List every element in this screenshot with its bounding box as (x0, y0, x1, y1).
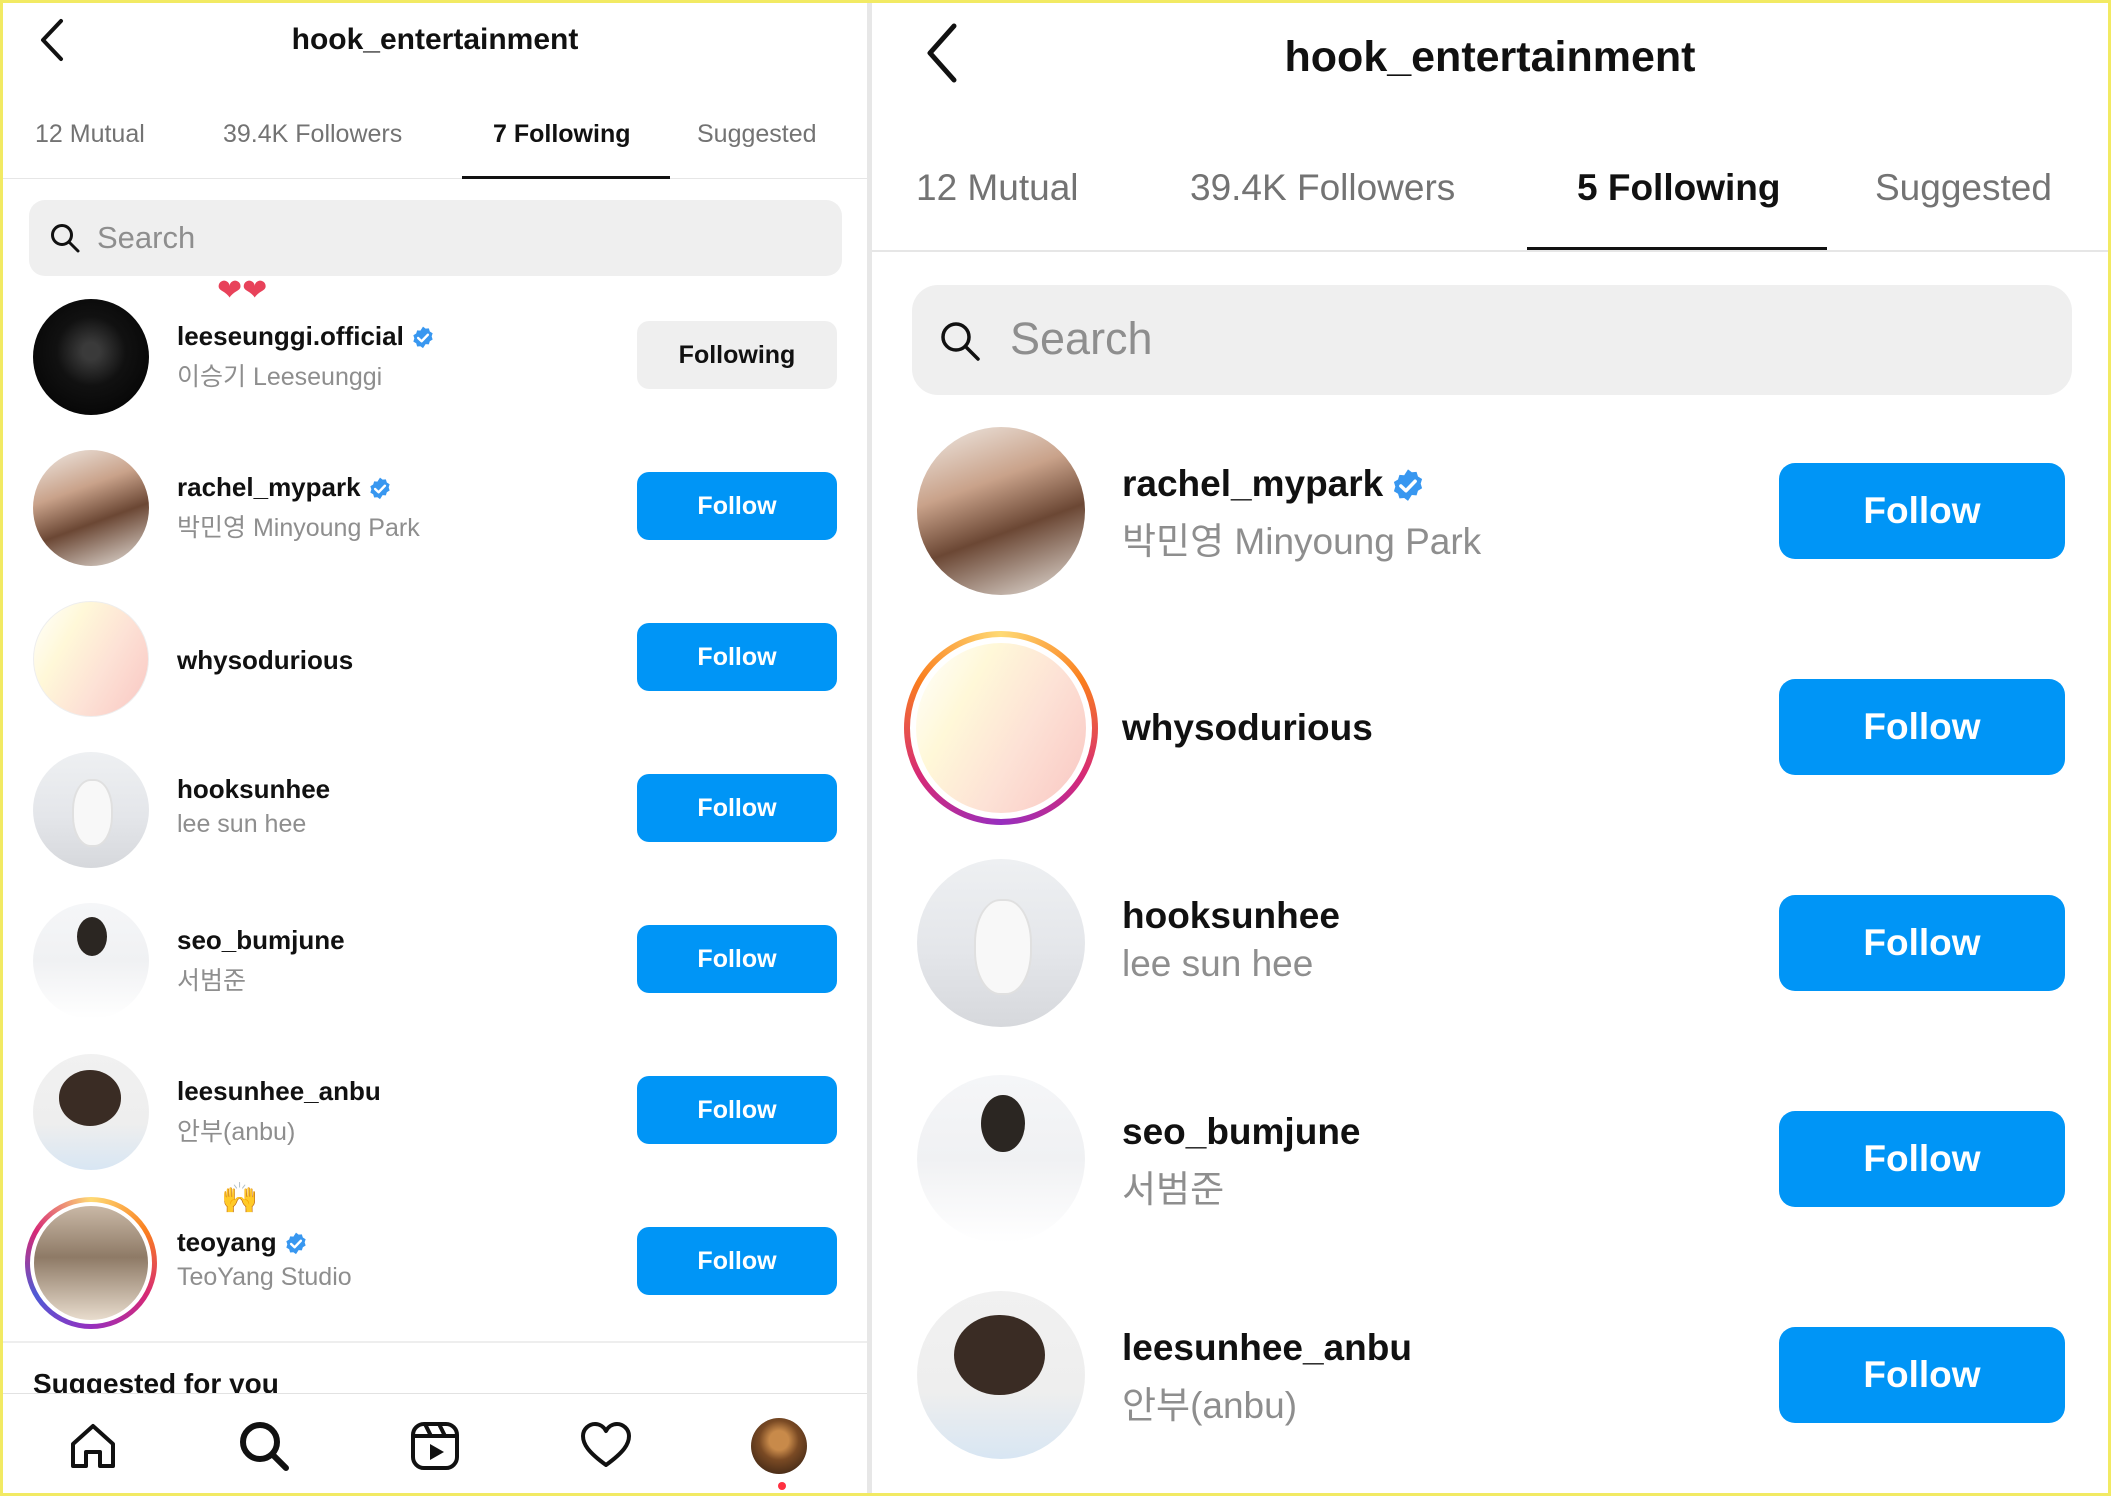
right-screenshot: hook_entertainment 12 Mutual 39.4K Follo… (872, 3, 2108, 1493)
section-divider (3, 1341, 867, 1343)
list-item[interactable]: seo_bumjune 서범준 Follow (3, 885, 867, 1035)
avatar[interactable] (917, 427, 1085, 595)
list-item[interactable]: hooksunhee lee sun hee Follow (3, 734, 867, 884)
search-icon[interactable] (236, 1418, 292, 1474)
full-name: 박민영 Minyoung Park (1122, 521, 1482, 562)
avatar[interactable] (33, 299, 149, 415)
avatar[interactable] (917, 1075, 1085, 1243)
search-placeholder: Search (1010, 313, 1153, 364)
full-name: lee sun hee (177, 810, 307, 838)
tab-mutual[interactable]: 12 Mutual (916, 167, 1079, 209)
heart-icon[interactable] (578, 1418, 634, 1474)
follow-button[interactable]: Follow (1779, 679, 2065, 775)
tab-suggested[interactable]: Suggested (697, 120, 817, 149)
avatar[interactable] (33, 450, 149, 566)
profile-avatar[interactable] (751, 1418, 807, 1474)
home-icon[interactable] (65, 1418, 121, 1474)
verified-badge-icon (286, 1232, 306, 1255)
tab-following[interactable]: 5 Following (1577, 167, 1780, 209)
username[interactable]: seo_bumjune (177, 925, 345, 956)
search-icon (941, 322, 980, 361)
verified-badge-icon (369, 477, 390, 500)
search-input[interactable]: Search (912, 285, 2072, 395)
tab-suggested[interactable]: Suggested (1875, 167, 2052, 209)
username[interactable]: whysodurious (1122, 707, 1373, 749)
tab-followers[interactable]: 39.4K Followers (1190, 167, 1455, 209)
username[interactable]: hooksunhee (1122, 895, 1340, 937)
bottom-nav (3, 1393, 867, 1493)
list-item[interactable]: rachel_mypark 박민영 Minyoung Park Follow (872, 403, 2108, 619)
username[interactable]: leesunhee_anbu (1122, 1327, 1412, 1369)
list-item[interactable]: whysodurious Follow (3, 583, 867, 733)
avatar[interactable] (33, 1054, 149, 1170)
full-name: 서범준 (177, 967, 247, 995)
username[interactable]: seo_bumjune (1122, 1111, 1361, 1153)
page-title: hook_entertainment (291, 23, 579, 56)
verified-badge-icon (413, 326, 433, 349)
avatar[interactable] (917, 1291, 1085, 1459)
username[interactable]: leeseunggi.official (177, 321, 436, 352)
following-button[interactable]: Following (637, 321, 837, 389)
follow-button[interactable]: Follow (637, 623, 837, 691)
full-name: 안부(anbu) (177, 1118, 296, 1146)
username[interactable]: teoyang (177, 1227, 309, 1258)
list-item[interactable]: 🙌 teoyang TeoYang Studio Follow (3, 1182, 867, 1337)
page-title: hook_entertainment (1284, 33, 1696, 81)
username[interactable]: hooksunhee (177, 774, 330, 805)
list-item[interactable]: whysodurious Follow (872, 619, 2108, 835)
verified-badge-icon (1394, 469, 1423, 502)
list-item[interactable]: leesunhee_anbu 안부(anbu) Follow (872, 1267, 2108, 1483)
follow-button[interactable]: Follow (1779, 1111, 2065, 1207)
tab-bar: 12 Mutual 39.4K Followers 7 Following Su… (3, 108, 867, 179)
follow-button[interactable]: Follow (637, 1227, 837, 1295)
search-placeholder: Search (97, 220, 196, 255)
full-name: 서범준 (1122, 1169, 1225, 1210)
username[interactable]: whysodurious (177, 645, 353, 676)
follow-button[interactable]: Follow (1779, 463, 2065, 559)
avatar-story-ring[interactable] (904, 631, 1098, 825)
follow-button[interactable]: Follow (637, 774, 837, 842)
username[interactable]: leesunhee_anbu (177, 1076, 381, 1107)
tab-followers[interactable]: 39.4K Followers (223, 120, 402, 149)
avatar[interactable] (33, 903, 149, 1019)
list-item[interactable]: rachel_mypark 박민영 Minyoung Park Follow (3, 432, 867, 582)
username[interactable]: rachel_mypark (177, 472, 393, 503)
tab-following[interactable]: 7 Following (493, 120, 631, 149)
search-icon (51, 224, 80, 253)
tab-mutual[interactable]: 12 Mutual (35, 120, 145, 149)
raised-hands-emoji: 🙌 (221, 1182, 259, 1215)
avatar[interactable] (917, 859, 1085, 1027)
follow-button[interactable]: Follow (637, 1076, 837, 1144)
avatar (910, 637, 1092, 819)
full-name: 안부(anbu) (1122, 1385, 1298, 1426)
follow-button[interactable]: Follow (1779, 1327, 2065, 1423)
username[interactable]: rachel_mypark (1122, 463, 1427, 505)
follow-button[interactable]: Follow (1779, 895, 2065, 991)
full-name: 박민영 Minyoung Park (177, 514, 420, 542)
active-tab-indicator (1527, 247, 1827, 250)
avatar-story-ring[interactable] (25, 1197, 157, 1329)
follow-button[interactable]: Follow (637, 925, 837, 993)
full-name: TeoYang Studio (177, 1263, 352, 1291)
list-item[interactable]: hooksunhee lee sun hee Follow (872, 835, 2108, 1051)
reels-icon[interactable] (407, 1418, 463, 1474)
full-name: lee sun hee (1122, 943, 1314, 984)
search-input[interactable]: Search (29, 200, 842, 276)
avatar[interactable] (33, 752, 149, 868)
list-item[interactable]: seo_bumjune 서범준 Follow (872, 1051, 2108, 1267)
follow-button[interactable]: Follow (637, 472, 837, 540)
avatar[interactable] (33, 601, 149, 717)
avatar (30, 1202, 152, 1324)
list-item[interactable]: leesunhee_anbu 안부(anbu) Follow (3, 1036, 867, 1186)
full-name: 이승기 Leeseunggi (177, 363, 383, 391)
left-screenshot: hook_entertainment 12 Mutual 39.4K Follo… (3, 3, 867, 1493)
notification-dot (778, 1482, 786, 1490)
list-item[interactable]: ❤❤ leeseunggi.official 이승기 Leeseunggi Fo… (3, 274, 867, 431)
tab-bar: 12 Mutual 39.4K Followers 5 Following Su… (872, 153, 2108, 252)
active-tab-indicator (462, 176, 670, 179)
heart-emoji: ❤❤ (217, 274, 268, 307)
